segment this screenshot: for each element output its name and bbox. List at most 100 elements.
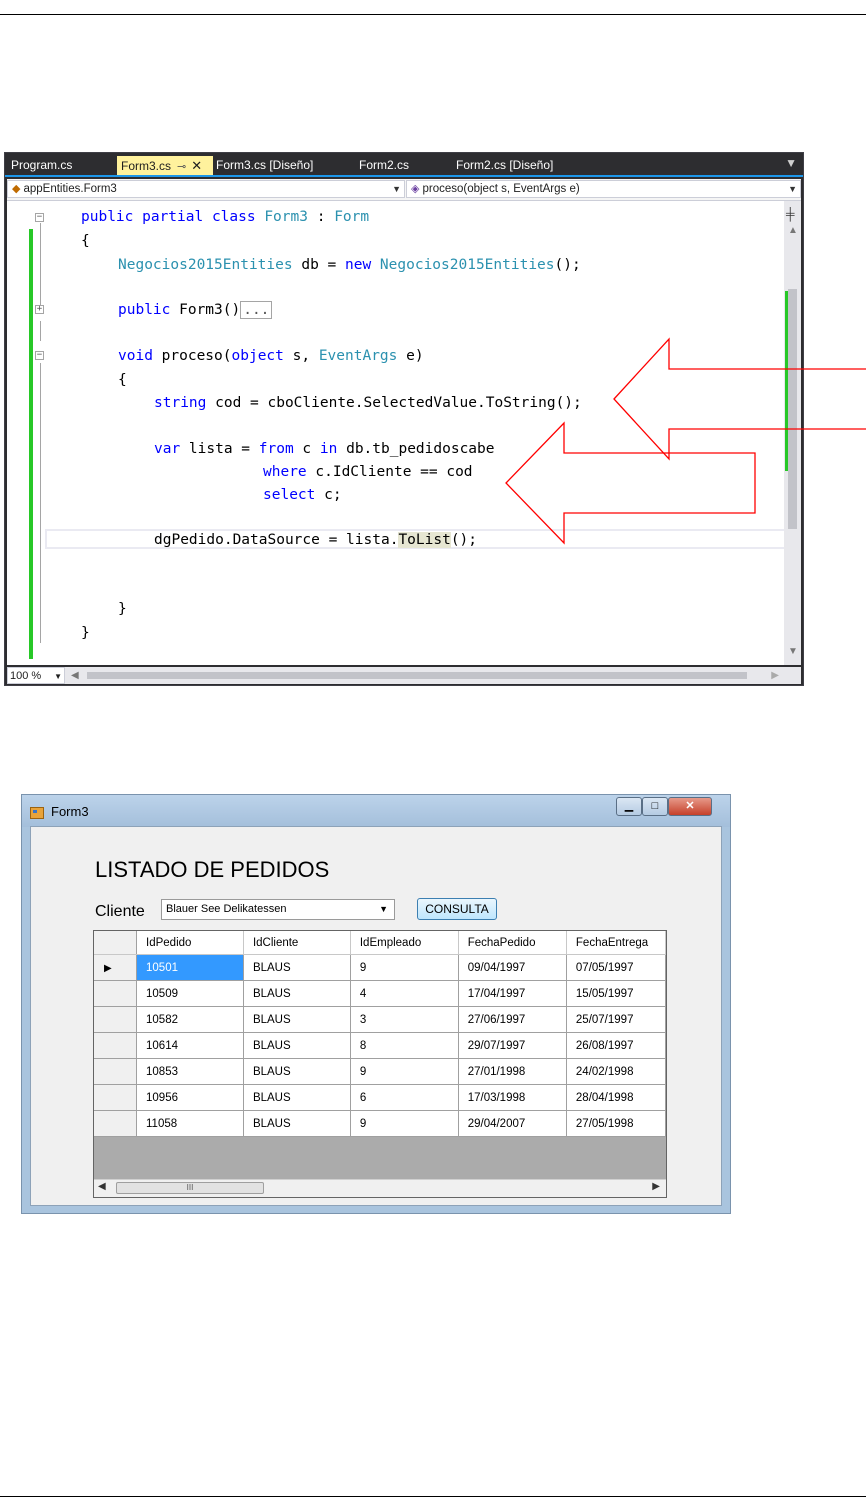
- row-header[interactable]: [94, 980, 138, 1007]
- table-cell[interactable]: 27/06/1997: [458, 1006, 567, 1033]
- scroll-up-icon[interactable]: ▲: [788, 225, 798, 236]
- table-row[interactable]: 10956 BLAUS 6 17/03/1998 28/04/1998: [94, 1084, 666, 1111]
- table-row[interactable]: 10853 BLAUS 9 27/01/1998 24/02/1998: [94, 1058, 666, 1085]
- table-cell[interactable]: BLAUS: [243, 1084, 351, 1111]
- table-cell[interactable]: 25/07/1997: [566, 1006, 666, 1033]
- code-editor[interactable]: − + − public partial class Form3 : Form …: [7, 201, 801, 665]
- table-cell[interactable]: BLAUS: [243, 954, 351, 981]
- scroll-right-icon[interactable]: ▶: [771, 667, 779, 684]
- table-cell[interactable]: BLAUS: [243, 1058, 351, 1085]
- table-cell[interactable]: 29/07/1997: [458, 1032, 567, 1059]
- table-cell[interactable]: 6: [350, 1084, 459, 1111]
- table-cell[interactable]: 10853: [136, 1058, 244, 1085]
- table-cell[interactable]: 10614: [136, 1032, 244, 1059]
- table-row[interactable]: 10582 BLAUS 3 27/06/1997 25/07/1997: [94, 1006, 666, 1033]
- tab-label: Form2.cs: [359, 158, 410, 172]
- table-cell[interactable]: 9: [350, 954, 459, 981]
- horizontal-scrollbar-thumb[interactable]: [87, 672, 747, 679]
- cliente-combobox[interactable]: Blauer See Delikatessen ▼: [161, 899, 395, 920]
- row-header[interactable]: [94, 1058, 138, 1085]
- table-cell[interactable]: 17/04/1997: [458, 980, 567, 1007]
- member-navigation-dropdown[interactable]: ◈ proceso(object s, EventArgs e) ▼: [406, 180, 801, 198]
- table-cell[interactable]: 10956: [136, 1084, 244, 1111]
- code-line: {: [81, 233, 90, 249]
- table-row[interactable]: 10614 BLAUS 8 29/07/1997 26/08/1997: [94, 1032, 666, 1059]
- table-cell[interactable]: 26/08/1997: [566, 1032, 666, 1059]
- tab-form2-design[interactable]: Form2.cs [Diseño]: [452, 156, 580, 175]
- scroll-right-icon[interactable]: ▶: [652, 1181, 660, 1192]
- table-cell[interactable]: 15/05/1997: [566, 980, 666, 1007]
- chevron-down-icon[interactable]: ▼: [379, 900, 388, 919]
- collapse-class-icon[interactable]: −: [35, 213, 44, 222]
- close-button[interactable]: ✕: [668, 797, 712, 816]
- table-cell[interactable]: 10509: [136, 980, 244, 1007]
- table-cell[interactable]: 4: [350, 980, 459, 1007]
- window-title-bar[interactable]: Form3 ▁ □ ✕: [22, 795, 730, 827]
- column-header[interactable]: FechaEntrega: [566, 931, 666, 955]
- table-cell[interactable]: 24/02/1998: [566, 1058, 666, 1085]
- column-header[interactable]: IdEmpleado: [350, 931, 459, 955]
- table-cell[interactable]: 27/01/1998: [458, 1058, 567, 1085]
- tab-program-cs[interactable]: Program.cs: [7, 156, 111, 175]
- pin-icon[interactable]: ⊸: [177, 161, 186, 173]
- table-cell[interactable]: 9: [350, 1058, 459, 1085]
- maximize-button[interactable]: □: [642, 797, 668, 816]
- consulta-button[interactable]: CONSULTA: [417, 898, 497, 920]
- close-icon[interactable]: ✕: [191, 158, 202, 173]
- table-cell[interactable]: 29/04/2007: [458, 1110, 567, 1137]
- class-icon: ◆: [12, 183, 21, 195]
- table-cell[interactable]: 11058: [136, 1110, 244, 1137]
- grid-horizontal-scrollbar[interactable]: ◀ III ▶: [94, 1179, 666, 1197]
- table-row[interactable]: ▶ 10501 BLAUS 9 09/04/1997 07/05/1997: [94, 954, 666, 981]
- code-line: {: [118, 372, 127, 388]
- table-cell[interactable]: BLAUS: [243, 1110, 351, 1137]
- class-navigation-dropdown[interactable]: ◆ appEntities.Form3 ▼: [7, 180, 405, 198]
- scrollbar-thumb[interactable]: III: [116, 1182, 264, 1194]
- table-cell[interactable]: 10501: [136, 954, 244, 981]
- editor-bottom-bar: 100 % ▼ ◀ ▶: [7, 667, 801, 684]
- table-cell[interactable]: 9: [350, 1110, 459, 1137]
- table-cell[interactable]: 8: [350, 1032, 459, 1059]
- code-line: public partial class Form3 : Form: [81, 209, 370, 225]
- scroll-left-icon[interactable]: ◀: [71, 667, 79, 684]
- table-cell[interactable]: 27/05/1998: [566, 1110, 666, 1137]
- table-cell[interactable]: BLAUS: [243, 1006, 351, 1033]
- zoom-dropdown[interactable]: 100 % ▼: [7, 667, 65, 684]
- table-cell[interactable]: 28/04/1998: [566, 1084, 666, 1111]
- scrollbar-thumb[interactable]: [788, 289, 797, 529]
- scroll-down-icon[interactable]: ▼: [788, 646, 798, 657]
- table-cell[interactable]: 09/04/1997: [458, 954, 567, 981]
- column-header[interactable]: IdPedido: [136, 931, 244, 955]
- expand-constructor-icon[interactable]: +: [35, 305, 44, 314]
- table-cell[interactable]: 17/03/1998: [458, 1084, 567, 1111]
- table-row[interactable]: 10509 BLAUS 4 17/04/1997 15/05/1997: [94, 980, 666, 1007]
- tab-list-dropdown-icon[interactable]: ▼: [785, 156, 797, 170]
- cliente-selected-value: Blauer See Delikatessen: [166, 903, 287, 915]
- row-header[interactable]: [94, 1110, 138, 1137]
- table-cell[interactable]: BLAUS: [243, 1032, 351, 1059]
- row-header[interactable]: ▶: [94, 954, 138, 981]
- zoom-value: 100 %: [10, 670, 42, 682]
- row-header[interactable]: [94, 1084, 138, 1111]
- scroll-left-icon[interactable]: ◀: [98, 1181, 106, 1192]
- row-header[interactable]: [94, 1006, 138, 1033]
- code-line: var lista = from c in db.tb_pedidoscabe: [154, 441, 495, 457]
- grid-corner-header[interactable]: [94, 931, 138, 955]
- collapse-method-icon[interactable]: −: [35, 351, 44, 360]
- column-header[interactable]: FechaPedido: [458, 931, 567, 955]
- table-cell[interactable]: 07/05/1997: [566, 954, 666, 981]
- table-row[interactable]: 11058 BLAUS 9 29/04/2007 27/05/1998: [94, 1110, 666, 1137]
- row-header[interactable]: [94, 1032, 138, 1059]
- column-header[interactable]: IdCliente: [243, 931, 351, 955]
- tab-form3-design[interactable]: Form3.cs [Diseño]: [212, 156, 340, 175]
- table-cell[interactable]: BLAUS: [243, 980, 351, 1007]
- minimize-button[interactable]: ▁: [616, 797, 642, 816]
- pedidos-datagrid[interactable]: IdPedido IdCliente IdEmpleado FechaPedid…: [93, 930, 667, 1198]
- tab-form2-cs[interactable]: Form2.cs: [355, 156, 435, 175]
- table-cell[interactable]: 10582: [136, 1006, 244, 1033]
- split-window-icon[interactable]: ╪: [786, 207, 795, 221]
- table-cell[interactable]: 3: [350, 1006, 459, 1033]
- collapsed-region[interactable]: ...: [240, 301, 273, 319]
- tab-form3-cs[interactable]: Form3.cs ⊸ ✕: [117, 156, 213, 175]
- editor-vertical-scrollbar[interactable]: ╪ ▲ ▼: [784, 201, 801, 665]
